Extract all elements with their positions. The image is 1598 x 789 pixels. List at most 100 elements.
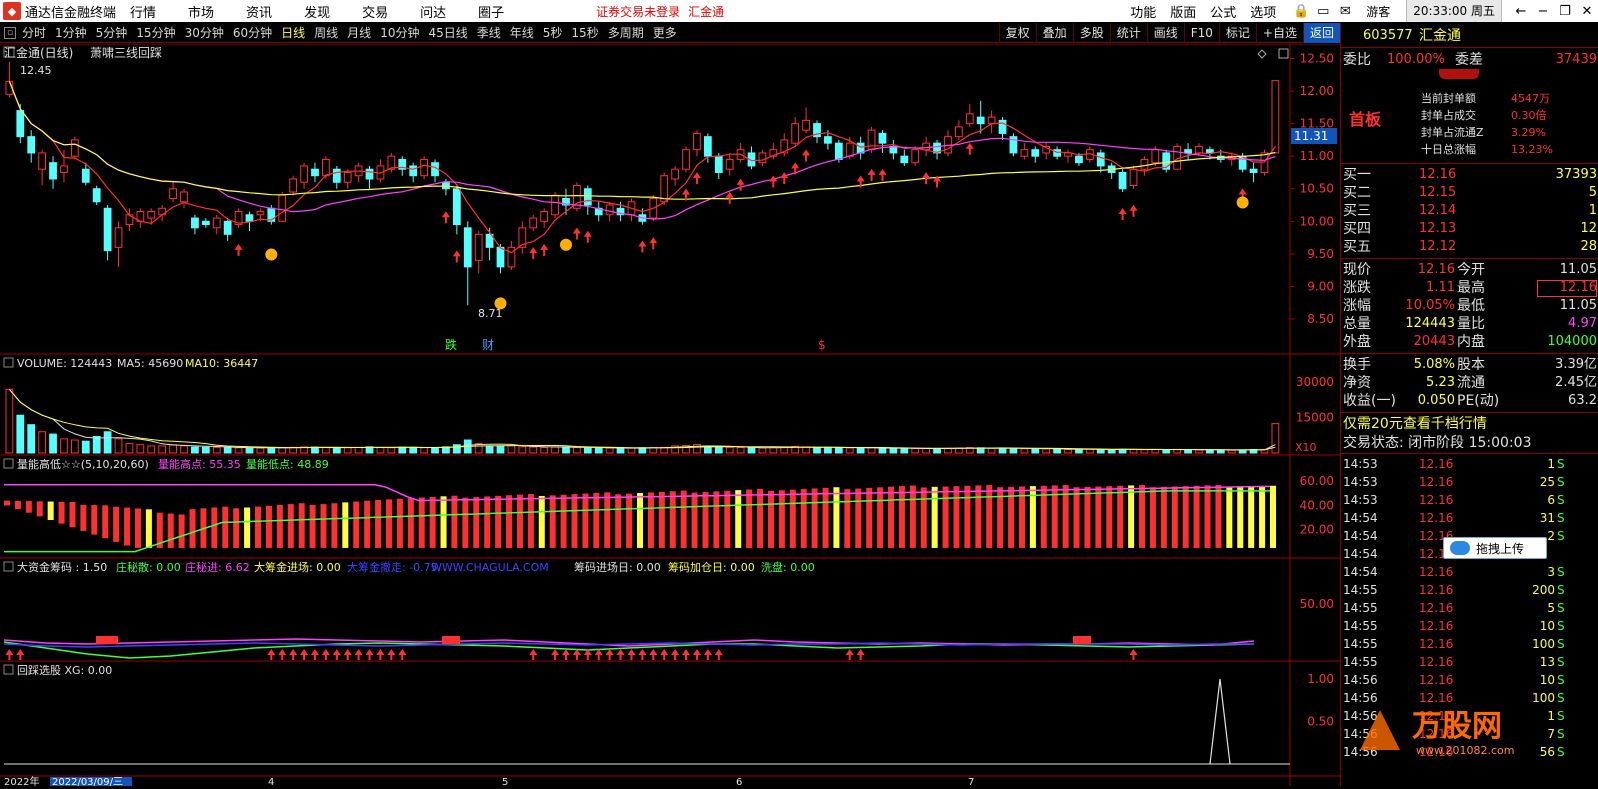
- candle-body[interactable]: [671, 168, 680, 180]
- volume-pane-toggle-icon[interactable]: [3, 357, 14, 368]
- candle-body[interactable]: [463, 227, 472, 268]
- candle-body[interactable]: [38, 152, 47, 170]
- candle-body[interactable]: [987, 116, 996, 125]
- candle-body[interactable]: [1271, 80, 1280, 154]
- period-tab-12[interactable]: 年线: [510, 24, 534, 41]
- candle-body[interactable]: [703, 136, 712, 157]
- candle-body[interactable]: [343, 171, 352, 183]
- candle-body[interactable]: [998, 119, 1007, 134]
- candle-body[interactable]: [409, 165, 418, 177]
- period-tab-10[interactable]: 45日线: [428, 24, 467, 41]
- candle-body[interactable]: [540, 211, 549, 222]
- menu-item-news[interactable]: 资讯: [246, 2, 272, 21]
- candle-body[interactable]: [180, 191, 188, 203]
- candle-body[interactable]: [1075, 155, 1083, 164]
- candle-body[interactable]: [278, 194, 287, 222]
- select-pane-toggle-icon[interactable]: [3, 664, 14, 675]
- period-tab-6[interactable]: 日线: [281, 24, 305, 41]
- candle-body[interactable]: [682, 149, 690, 170]
- period-tab-16[interactable]: 更多: [653, 24, 677, 41]
- tool-button-5[interactable]: F10: [1183, 23, 1219, 43]
- candle-body[interactable]: [834, 142, 843, 160]
- candle-body[interactable]: [529, 217, 538, 229]
- period-tab-0[interactable]: 分时: [22, 24, 46, 41]
- candle-body[interactable]: [92, 188, 101, 203]
- candle-body[interactable]: [1260, 152, 1269, 173]
- candle-body[interactable]: [365, 168, 374, 180]
- candle-body[interactable]: [583, 188, 592, 206]
- period-tab-4[interactable]: 30分钟: [185, 24, 224, 41]
- candle-body[interactable]: [1129, 168, 1138, 186]
- tool-button-7[interactable]: +自选: [1255, 23, 1303, 43]
- menu-item-discover[interactable]: 发现: [304, 2, 330, 21]
- tool-button-3[interactable]: 统计: [1109, 23, 1147, 43]
- maximize-icon[interactable]: ❐: [1554, 4, 1576, 19]
- layout-toggle-icon[interactable]: ▫: [4, 26, 16, 39]
- candle-body[interactable]: [147, 211, 156, 219]
- screen-icon[interactable]: ▭: [1312, 4, 1334, 19]
- menu-item-wenda[interactable]: 问达: [420, 2, 446, 21]
- candle-body[interactable]: [201, 220, 210, 226]
- candle-body[interactable]: [911, 149, 920, 164]
- candle-body[interactable]: [60, 165, 68, 173]
- candle-body[interactable]: [332, 168, 341, 183]
- candle-body[interactable]: [954, 126, 963, 138]
- candle-body[interactable]: [452, 188, 461, 226]
- period-tab-11[interactable]: 季线: [477, 24, 501, 41]
- candle-body[interactable]: [1020, 149, 1029, 157]
- login-warning[interactable]: 证券交易未登录: [596, 3, 680, 20]
- candle-body[interactable]: [1195, 145, 1203, 154]
- lock-icon[interactable]: 🔒: [1290, 4, 1312, 19]
- period-tab-2[interactable]: 5分钟: [96, 24, 128, 41]
- period-tab-3[interactable]: 15分钟: [136, 24, 175, 41]
- candle-body[interactable]: [1249, 168, 1258, 173]
- back-arrow-icon[interactable]: ←: [1510, 4, 1532, 19]
- menu-item-trade[interactable]: 交易: [362, 2, 388, 21]
- candle-body[interactable]: [1118, 171, 1127, 190]
- period-tab-7[interactable]: 周线: [314, 24, 338, 41]
- period-tab-8[interactable]: 月线: [347, 24, 371, 41]
- candle-body[interactable]: [300, 165, 308, 183]
- candle-body[interactable]: [256, 211, 265, 216]
- candle-body[interactable]: [49, 162, 57, 180]
- candle-body[interactable]: [289, 178, 298, 193]
- candle-body[interactable]: [311, 168, 319, 177]
- tool-button-8[interactable]: 返回: [1302, 23, 1340, 43]
- candle-body[interactable]: [70, 139, 79, 157]
- candle-body[interactable]: [114, 227, 123, 248]
- candle-body[interactable]: [212, 217, 221, 229]
- candle-body[interactable]: [693, 132, 701, 151]
- tool-button-2[interactable]: 多股: [1072, 23, 1110, 43]
- menu-item-circle[interactable]: 圈子: [478, 2, 504, 21]
- menu-item-options[interactable]: 选项: [1250, 2, 1276, 21]
- period-tab-14[interactable]: 15秒: [571, 24, 598, 41]
- candle-body[interactable]: [714, 155, 723, 173]
- candle-body[interactable]: [725, 158, 734, 170]
- candle-body[interactable]: [1206, 149, 1214, 154]
- candle-body[interactable]: [1184, 149, 1192, 154]
- candle-body[interactable]: [27, 136, 36, 154]
- close-icon[interactable]: ✕: [1576, 4, 1598, 19]
- candle-body[interactable]: [442, 181, 450, 190]
- candle-body[interactable]: [758, 152, 767, 164]
- menu-item-layout[interactable]: 版面: [1170, 2, 1196, 21]
- candle-body[interactable]: [551, 194, 559, 216]
- candle-body[interactable]: [976, 116, 985, 125]
- candle-body[interactable]: [802, 119, 810, 131]
- guest-user[interactable]: 游客: [1366, 3, 1390, 20]
- tool-button-6[interactable]: 标记: [1218, 23, 1256, 43]
- capital-pane-toggle-icon[interactable]: [3, 561, 14, 572]
- menu-item-quotes[interactable]: 行情: [130, 2, 156, 21]
- candle-body[interactable]: [496, 246, 505, 268]
- chart-area[interactable]: 12.50 12.00 11.50 11.00 10.50 10.00 9.50 9.00 8.…: [0, 43, 1340, 788]
- mail-icon[interactable]: ✉: [1334, 4, 1356, 19]
- candle-body[interactable]: [965, 113, 974, 125]
- candle-body[interactable]: [223, 220, 232, 235]
- candle-body[interactable]: [16, 110, 25, 138]
- kline-chart[interactable]: 12.5012.0011.5011.0010.5010.009.509.008.…: [0, 43, 1340, 788]
- period-tab-15[interactable]: 多周期: [608, 24, 644, 41]
- maximize-pane-icon[interactable]: [1278, 48, 1289, 59]
- menu-item-market[interactable]: 市场: [188, 2, 214, 21]
- tool-button-4[interactable]: 画线: [1146, 23, 1184, 43]
- candle-body[interactable]: [824, 136, 832, 144]
